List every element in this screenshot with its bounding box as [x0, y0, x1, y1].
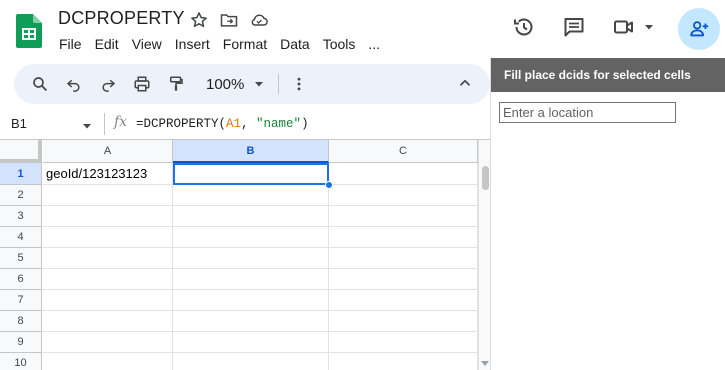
row-header-8[interactable]: 8: [0, 311, 42, 332]
document-title[interactable]: DCPROPERTY: [58, 8, 185, 29]
cell-c3[interactable]: [329, 206, 478, 227]
name-box-dropdown-icon[interactable]: [82, 118, 92, 136]
cell-a7[interactable]: [43, 290, 173, 311]
cell-a10[interactable]: [43, 353, 173, 370]
print-icon[interactable]: [132, 74, 152, 94]
row-header-2[interactable]: 2: [0, 185, 42, 206]
row-header-7[interactable]: 7: [0, 290, 42, 311]
search-menus-icon[interactable]: [30, 74, 50, 94]
cloud-status-icon[interactable]: [249, 10, 269, 30]
row-header-3[interactable]: 3: [0, 206, 42, 227]
cell-selection-outline: [173, 163, 329, 185]
cell-c6[interactable]: [329, 269, 478, 290]
cell-c4[interactable]: [329, 227, 478, 248]
formula-prefix: =DCPROPERTY(: [136, 117, 227, 131]
menu-more[interactable]: ...: [368, 36, 380, 52]
fill-handle[interactable]: [325, 181, 333, 189]
sheets-logo-icon[interactable]: [16, 14, 42, 48]
formula-input[interactable]: =DCPROPERTY(A1, "name"): [136, 117, 309, 131]
row-header-4[interactable]: 4: [0, 227, 42, 248]
scrollbar-thumb[interactable]: [482, 166, 489, 190]
move-folder-icon[interactable]: [219, 10, 239, 30]
chevron-down-icon: [645, 25, 653, 30]
cell-b4[interactable]: [173, 227, 329, 248]
vertical-scrollbar[interactable]: [478, 140, 490, 370]
location-input[interactable]: [499, 102, 676, 123]
name-box[interactable]: B1: [11, 116, 27, 131]
row-header-1[interactable]: 1: [0, 163, 42, 185]
cell-b2[interactable]: [173, 185, 329, 206]
cell-b9[interactable]: [173, 332, 329, 353]
star-icon[interactable]: [189, 10, 209, 30]
cell-a5[interactable]: [43, 248, 173, 269]
cell-b5[interactable]: [173, 248, 329, 269]
cell-a3[interactable]: [43, 206, 173, 227]
meet-button[interactable]: [612, 8, 654, 46]
toolbar: 100%: [14, 64, 490, 104]
menu-insert[interactable]: Insert: [175, 36, 210, 52]
cell-b10[interactable]: [173, 353, 329, 370]
comments-icon[interactable]: [558, 8, 590, 46]
menu-file[interactable]: File: [59, 36, 82, 52]
cell-b8[interactable]: [173, 311, 329, 332]
menu-tools[interactable]: Tools: [323, 36, 356, 52]
fx-icon: fx: [114, 114, 128, 130]
menu-edit[interactable]: Edit: [95, 36, 119, 52]
spreadsheet-grid: A B C 1 2 3 4 5 6 7 8 9 10 geoId/1231231…: [0, 140, 490, 370]
cell-a9[interactable]: [43, 332, 173, 353]
cell-b6[interactable]: [173, 269, 329, 290]
cell-c10[interactable]: [329, 353, 478, 370]
formula-cell-reference: A1: [226, 117, 242, 131]
row-header-5[interactable]: 5: [0, 248, 42, 269]
cell-a6[interactable]: [43, 269, 173, 290]
collapse-menus-icon[interactable]: [456, 74, 474, 97]
cell-a1[interactable]: geoId/123123123: [43, 163, 173, 185]
cell-c2[interactable]: [329, 185, 478, 206]
formula-separator: ,: [241, 117, 257, 131]
column-header-b[interactable]: B: [173, 140, 329, 163]
row-header-9[interactable]: 9: [0, 332, 42, 353]
version-history-icon[interactable]: [508, 8, 540, 46]
cell-c9[interactable]: [329, 332, 478, 353]
cell-c7[interactable]: [329, 290, 478, 311]
row-header-6[interactable]: 6: [0, 269, 42, 290]
column-header-c[interactable]: C: [329, 140, 478, 163]
row-header-10[interactable]: 10: [0, 353, 42, 370]
formula-suffix: ): [301, 117, 309, 131]
panel-divider: [490, 58, 491, 370]
cell-b7[interactable]: [173, 290, 329, 311]
cell-c1[interactable]: [329, 163, 478, 185]
menu-view[interactable]: View: [132, 36, 162, 52]
cell-a8[interactable]: [43, 311, 173, 332]
cell-a4[interactable]: [43, 227, 173, 248]
video-camera-icon: [614, 20, 633, 34]
menu-bar: File Edit View Insert Format Data Tools …: [59, 36, 393, 52]
cell-c8[interactable]: [329, 311, 478, 332]
cell-c5[interactable]: [329, 248, 478, 269]
menu-format[interactable]: Format: [223, 36, 267, 52]
formula-string-argument: "name": [256, 117, 302, 131]
zoom-select[interactable]: 100%: [206, 76, 244, 93]
cell-a2[interactable]: [43, 185, 173, 206]
share-button[interactable]: [678, 8, 720, 50]
undo-icon[interactable]: [64, 74, 84, 94]
menu-data[interactable]: Data: [280, 36, 310, 52]
scroll-down-icon[interactable]: [481, 361, 489, 366]
add-person-icon: [690, 21, 709, 37]
paint-format-icon[interactable]: [166, 74, 186, 94]
formula-divider: [104, 113, 105, 135]
toolbar-divider: [278, 74, 280, 94]
zoom-dropdown-icon[interactable]: [254, 79, 264, 89]
redo-icon[interactable]: [98, 74, 118, 94]
column-header-a[interactable]: A: [43, 140, 173, 163]
cell-b3[interactable]: [173, 206, 329, 227]
more-options-icon[interactable]: [289, 74, 309, 94]
select-all-corner[interactable]: [0, 140, 42, 163]
side-panel-title: Fill place dcids for selected cells: [491, 58, 725, 92]
